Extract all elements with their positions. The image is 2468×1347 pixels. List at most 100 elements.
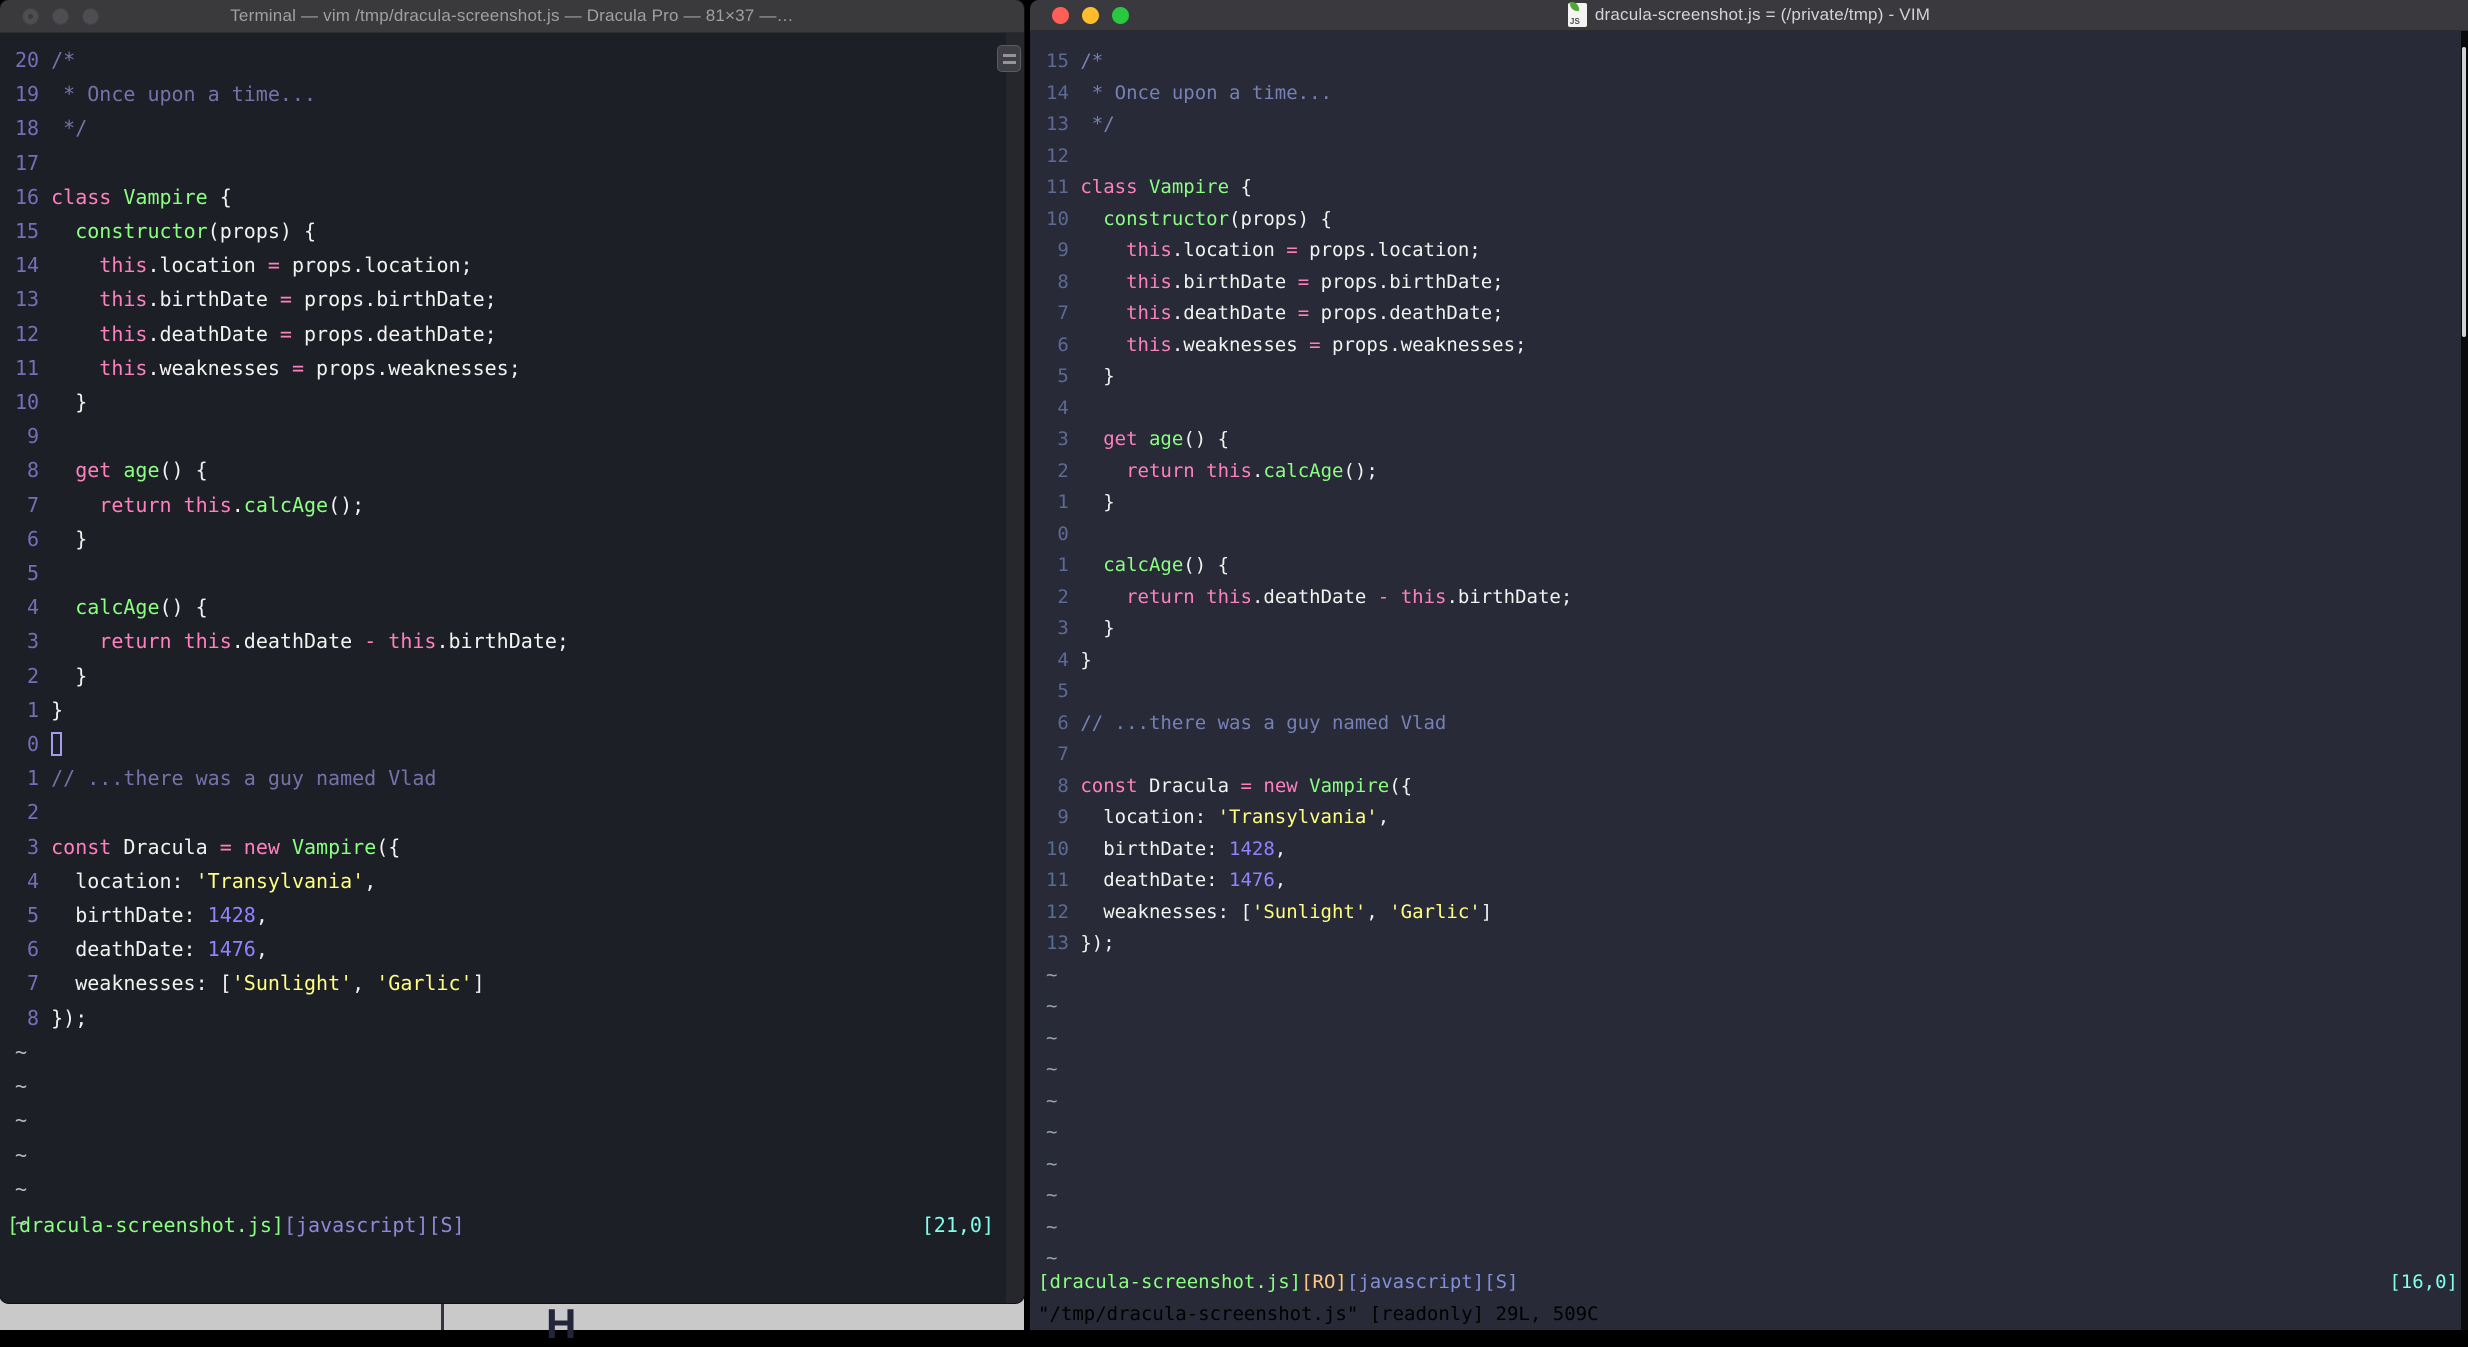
code-token-fg: , [256,903,268,927]
code-token-fg: ] [473,971,485,995]
code-token-pink: this [1126,334,1172,356]
code-token-fg: , [364,869,376,893]
line-number: 7 [1046,739,1069,771]
code-token-fg: () { [160,458,208,482]
line-number: 2 [15,795,39,829]
code-token-fg: .birthDate; [1446,586,1572,608]
minimize-button[interactable] [1082,7,1099,24]
code-token-fg: .deathDate [1252,586,1378,608]
code-token-fg: .weaknesses [147,356,292,380]
line-number: 5 [1046,361,1069,393]
close-button[interactable] [1052,7,1069,24]
code-token-pink: this [99,322,147,346]
macvim-scrollbar-thumb[interactable] [2462,47,2466,337]
line-number: 10 [1046,204,1069,236]
code-line: 20 /* [15,43,1006,77]
code-token-fg [51,287,99,311]
code-token-fg [51,356,99,380]
vim-editor-area-left[interactable]: 20 /*19 * Once upon a time...18 */17 16 … [0,33,1006,1303]
minimize-button[interactable] [52,8,69,25]
code-token-fg: deathDate: [1080,869,1229,891]
code-line: 13 */ [1046,109,2460,141]
code-line: 16 class Vampire { [15,180,1006,214]
code-token-yellow: 'Garlic' [1389,901,1481,923]
code-token-purple: 1476 [1229,869,1275,891]
statusline-segment: [dracula-screenshot.js] [7,1213,284,1237]
code-token-fg [1080,271,1126,293]
code-line: 19 * Once upon a time... [15,77,1006,111]
close-button[interactable] [22,8,39,25]
line-number: 12 [15,317,39,351]
code-token-green: calcAge [1263,460,1343,482]
code-token-fg: .birthDate; [436,629,568,653]
terminal-scrollbar[interactable] [1006,33,1024,1303]
line-number: 8 [1046,267,1069,299]
code-token-pink: new [1263,775,1297,797]
code-line: 15 constructor(props) { [15,214,1006,248]
code-line: 1 } [1046,487,2460,519]
code-token-fg: location: [1080,806,1217,828]
code-token-yellow: 'Garlic' [376,971,472,995]
code-token-fg: () { [1183,554,1229,576]
code-token-fg [51,595,75,619]
split-pane-button[interactable] [997,45,1021,72]
code-line: 6 } [15,522,1006,556]
code-token-fg [1195,460,1206,482]
vim-cursor [51,732,62,756]
empty-line-tilde: ~ [15,1138,1006,1172]
code-token-fg: , [1275,869,1286,891]
code-line: 5 birthDate: 1428, [15,898,1006,932]
code-token-pink: this [1126,239,1172,261]
line-number: 13 [15,282,39,316]
code-token-fg: . [232,493,244,517]
code-line: 3 const Dracula = new Vampire({ [15,830,1006,864]
zoom-button[interactable] [82,8,99,25]
code-token-pink: this [1206,460,1252,482]
code-token-pink: = [280,322,292,346]
code-token-fg: Dracula [111,835,219,859]
code-line: 6 // ...there was a guy named Vlad [1046,708,2460,740]
line-number: 6 [15,932,39,966]
vim-status-block-right: [dracula-screenshot.js][RO][javascript][… [1030,1267,2468,1330]
code-token-green: Vampire [1149,176,1229,198]
code-line: 8 }); [15,1001,1006,1035]
code-token-pink: this [99,253,147,277]
empty-line-tilde: ~ [1046,1086,2460,1118]
code-token-fg [1080,239,1126,261]
code-token-fg: } [1080,617,1114,639]
code-token-pink: = [1309,334,1320,356]
code-line: 4 } [1046,645,2460,677]
code-line: 2 return this.deathDate - this.birthDate… [1046,582,2460,614]
code-token-pink: return [99,629,171,653]
line-number: 6 [15,522,39,556]
code-token-pink: this [1126,271,1172,293]
code-token-fg [111,185,123,209]
terminal-titlebar[interactable]: Terminal — vim /tmp/dracula-screenshot.j… [0,0,1024,33]
line-number: 5 [15,556,39,590]
code-line: 18 */ [15,111,1006,145]
code-line: 17 [15,146,1006,180]
code-token-pink: = [268,253,280,277]
macvim-titlebar[interactable]: JS dracula-screenshot.js = (/private/tmp… [1030,0,2468,31]
line-number: 16 [15,180,39,214]
line-number: 6 [1046,330,1069,362]
code-token-fg: } [1080,365,1114,387]
line-number: 3 [1046,613,1069,645]
code-token-yellow: 'Transylvania' [196,869,365,893]
code-token-fg: () { [160,595,208,619]
code-token-fg [1080,428,1103,450]
code-token-fg: .location [147,253,267,277]
code-token-green: Vampire [123,185,207,209]
code-token-fg [1080,554,1103,576]
zoom-button[interactable] [1112,7,1129,24]
code-token-fg: , [352,971,376,995]
code-line: 8 this.birthDate = props.birthDate; [1046,267,2460,299]
line-number: 13 [1046,109,1069,141]
code-token-comment: * Once upon a time... [51,82,316,106]
macvim-scrollbar-track[interactable] [2461,31,2468,1330]
code-token-comment: /* [51,48,75,72]
code-token-fg: { [1229,176,1252,198]
code-line: 11 class Vampire { [1046,172,2460,204]
macvim-window: JS dracula-screenshot.js = (/private/tmp… [1030,0,2468,1330]
vim-editor-area-right[interactable]: 15 /*14 * Once upon a time...13 */12 11 … [1030,31,2460,1330]
